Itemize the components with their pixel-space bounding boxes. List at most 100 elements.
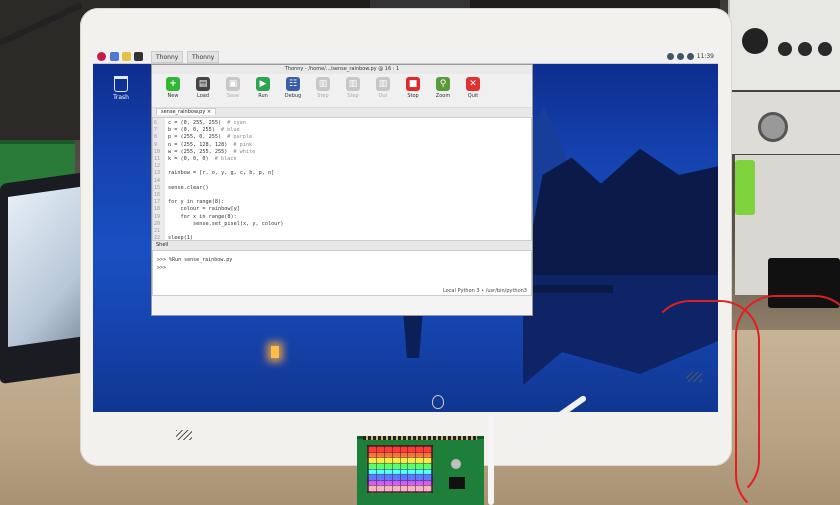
toolbar-button-label: Load <box>197 93 209 99</box>
code-text: for y in range(8): <box>168 199 225 206</box>
code-text: w = (255, 255, 255) <box>168 148 228 155</box>
led-pixel <box>376 480 384 486</box>
sense-hat-board <box>357 436 484 505</box>
panel-button <box>798 42 812 56</box>
browser-icon[interactable] <box>110 52 119 61</box>
terminal-icon[interactable] <box>134 52 143 61</box>
led-pixel <box>384 469 392 475</box>
toolbar-button-1[interactable]: ▤ Load <box>190 77 216 99</box>
led-pixel <box>392 480 400 486</box>
led-pixel <box>376 447 384 452</box>
shell-line: >>> <box>157 265 167 271</box>
code-text: rainbow = [r, o, y, g, c, b, p, n] <box>168 170 275 177</box>
toolbar-button-5[interactable]: ▥ Step <box>310 77 336 99</box>
network-icon[interactable] <box>677 53 684 60</box>
line-number: 19 <box>154 213 161 220</box>
toolbar-button-2[interactable]: ▣ Save <box>220 77 246 99</box>
led-pixel <box>369 447 376 452</box>
led-pixel <box>384 458 392 463</box>
led-pixel <box>384 486 392 491</box>
connector-socket <box>758 112 788 142</box>
toolbar-button-label: Debug <box>284 93 302 99</box>
line-number: 9 <box>154 141 158 148</box>
led-pixel <box>369 452 376 458</box>
led-pixel <box>400 447 408 452</box>
line-number: 17 <box>154 199 161 206</box>
shell-panel[interactable]: >>> %Run sense_rainbow.py >>> Local Pyth… <box>152 250 532 296</box>
line-number: 7 <box>154 127 158 134</box>
tab-sense-rainbow[interactable]: sense_rainbow.py × <box>156 108 217 115</box>
gpio-header <box>363 436 477 440</box>
line-number: 11 <box>154 156 161 162</box>
bluetooth-icon[interactable] <box>667 53 674 60</box>
toolbar-button-label: New <box>167 93 179 99</box>
taskbar-task-thonny-2[interactable]: Thonny <box>187 51 220 63</box>
led-pixel <box>400 463 408 469</box>
led-pixel <box>424 480 431 486</box>
code-text: sense.set_pixel(x, y, colour) <box>168 220 284 227</box>
taskbar-clock: 11:39 <box>696 53 714 60</box>
toolbar-button-9[interactable]: ⚲ Zoom <box>430 77 456 99</box>
toolbar-button-7[interactable]: ▥ Out <box>370 77 396 99</box>
led-pixel <box>369 486 376 491</box>
led-pixel <box>392 469 400 475</box>
code-line: sense.clear() <box>168 185 215 193</box>
toolbar-button-8[interactable]: ■ Stop <box>400 77 426 99</box>
led-pixel <box>416 486 424 491</box>
line-number: 16 <box>154 192 161 198</box>
debug-icon: ☷ <box>286 77 300 91</box>
toolbar-button-3[interactable]: ▶ Run <box>250 77 276 99</box>
monitor-screen: Thonny Thonny 11:39 Trash Thonny - /home… <box>93 50 718 412</box>
code-line: sleep(1) <box>168 235 199 241</box>
toolbar-button-label: Save <box>226 93 240 99</box>
taskbar-task-thonny[interactable]: Thonny <box>151 51 184 63</box>
green-clip <box>735 160 755 215</box>
code-comment: # black <box>214 156 237 162</box>
led-pixel <box>400 458 408 463</box>
code-text: p = (255, 0, 255) <box>168 134 222 141</box>
step-over-icon: ▥ <box>316 77 330 91</box>
led-pixel <box>416 469 424 475</box>
led-pixel <box>392 447 400 452</box>
trash-label: Trash <box>113 94 129 101</box>
interpreter-status[interactable]: Local Python 3 • /usr/bin/python3 <box>443 288 527 294</box>
led-pixel <box>369 463 376 469</box>
taskbar: Thonny Thonny 11:39 <box>93 50 718 64</box>
led-pixel <box>408 452 416 458</box>
step-into-icon: ▥ <box>346 77 360 91</box>
sensor-chip <box>449 477 465 489</box>
code-text: b = (0, 0, 255) <box>168 127 215 134</box>
led-pixel <box>424 469 431 475</box>
code-comment: # white <box>233 148 256 155</box>
line-number: 13 <box>154 170 161 177</box>
toolbar-button-4[interactable]: ☷ Debug <box>280 77 306 99</box>
plus-icon: + <box>166 77 180 91</box>
led-matrix <box>367 445 433 493</box>
shell-tab[interactable]: Shell <box>152 241 532 250</box>
toolbar-button-6[interactable]: ▥ Step <box>340 77 366 99</box>
toolbar-button-10[interactable]: ✕ Quit <box>460 77 486 99</box>
raspberry-logo <box>432 395 444 409</box>
raspberry-menu-icon[interactable] <box>97 52 106 61</box>
files-icon[interactable] <box>122 52 131 61</box>
led-pixel <box>384 480 392 486</box>
led-pixel <box>384 452 392 458</box>
usb-c-cable <box>488 415 494 505</box>
led-pixel <box>416 447 424 452</box>
code-comment: # cyan <box>227 120 246 126</box>
toolbar-button-0[interactable]: + New <box>160 77 186 99</box>
thonny-toolbar: + New ▤ Load ▣ Save ▶ Run ☷ Debug ▥ Step ▥ Step ▥ Out ■ S… <box>152 74 532 108</box>
volume-icon[interactable] <box>687 53 694 60</box>
toolbar-button-label: Step <box>347 93 359 99</box>
code-text: sleep(1) <box>168 235 193 241</box>
code-editor[interactable]: 6 c = (0, 255, 255) # cyan 7 b = (0, 0, 255)… <box>152 117 532 241</box>
line-number: 21 <box>154 228 161 234</box>
line-number: 10 <box>154 148 161 155</box>
led-pixel <box>369 480 376 486</box>
trash-icon <box>114 76 128 92</box>
desktop-trash[interactable]: Trash <box>107 76 135 101</box>
speaker-grille-left <box>176 430 192 440</box>
line-number: 22 <box>154 235 161 241</box>
code-line: k = (0, 0, 0) # black <box>168 156 236 164</box>
led-pixel <box>408 447 416 452</box>
